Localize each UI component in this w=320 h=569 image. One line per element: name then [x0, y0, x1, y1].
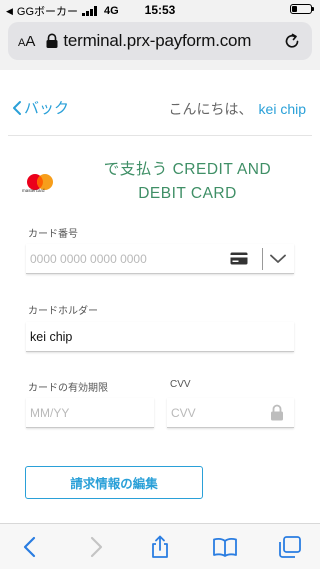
url-text[interactable]: terminal.prx-payform.com: [63, 31, 251, 51]
card-number-label: カード番号: [28, 229, 78, 240]
tabs-icon[interactable]: [277, 535, 303, 559]
credit-card-icon: [230, 252, 248, 265]
cardholder-value: kei chip: [30, 329, 73, 344]
card-field-divider: [262, 248, 263, 270]
payment-title-line1: で支払う CREDIT AND: [103, 161, 272, 178]
card-number-input[interactable]: 0000 0000 0000 0000: [26, 244, 294, 274]
cvv-label: CVV: [170, 379, 191, 390]
cardholder-label: カードホルダー: [28, 306, 98, 317]
cvv-input[interactable]: CVV: [167, 398, 294, 428]
header-divider: [8, 135, 312, 136]
text-size-button[interactable]: AA: [18, 33, 35, 50]
back-link[interactable]: バック: [12, 97, 69, 118]
chevron-left-icon: [13, 100, 21, 115]
share-icon[interactable]: [147, 535, 173, 559]
web-page: バック こんにちは、 kei chip mastercard で支払う CREDI…: [0, 70, 320, 523]
expiry-input[interactable]: MM/YY: [26, 398, 154, 428]
battery-icon: [290, 4, 314, 14]
lock-icon: [271, 404, 283, 421]
payment-title: で支払う CREDIT AND DEBIT CARD: [75, 158, 300, 206]
lock-icon: [46, 33, 58, 48]
edit-billing-button[interactable]: 請求情報の編集: [25, 466, 203, 499]
address-bar[interactable]: AA terminal.prx-payform.com: [8, 22, 312, 60]
card-number-placeholder: 0000 0000 0000 0000: [30, 251, 147, 266]
chevron-down-icon[interactable]: [270, 254, 286, 264]
greeting-text: こんにちは、: [168, 101, 253, 117]
battery-level: [292, 6, 297, 12]
forward-arrow-icon[interactable]: [82, 535, 108, 559]
clock: 15:53: [144, 3, 176, 17]
mastercard-wordmark: mastercard: [22, 188, 45, 193]
expiry-label: カードの有効期限: [28, 383, 108, 394]
cardholder-input[interactable]: kei chip: [26, 322, 294, 352]
expiry-placeholder: MM/YY: [30, 405, 70, 420]
page-header: バック こんにちは、 kei chip: [0, 70, 320, 136]
browser-toolbar: [0, 523, 320, 569]
greeting: こんにちは、 kei chip: [169, 99, 306, 119]
cvv-placeholder: CVV: [171, 405, 196, 420]
payment-title-line2: DEBIT CARD: [138, 185, 237, 202]
back-arrow-icon[interactable]: [18, 535, 44, 559]
status-bar: ◀ GGボーカー 4G 15:53: [0, 0, 320, 20]
back-label: バック: [24, 100, 70, 117]
bookmarks-icon[interactable]: [212, 535, 238, 559]
reload-icon[interactable]: [282, 31, 302, 51]
user-name-link[interactable]: kei chip: [259, 101, 306, 117]
